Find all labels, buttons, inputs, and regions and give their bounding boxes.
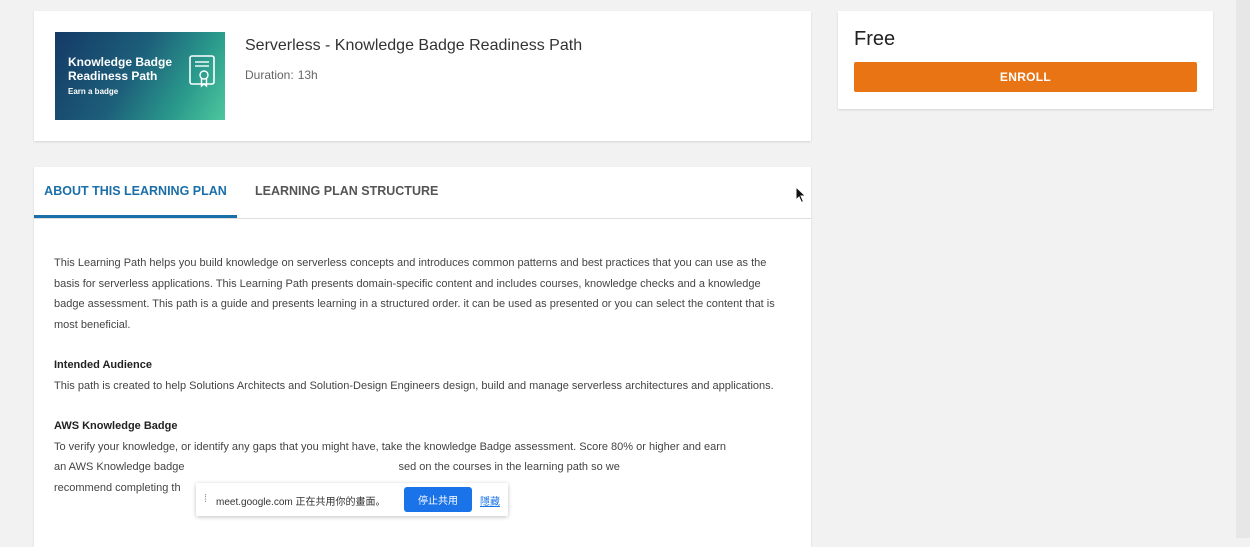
certificate-badge-icon (189, 55, 215, 88)
enroll-panel: Free ENROLL (838, 11, 1213, 109)
about-body: This Learning Path helps you build knowl… (54, 253, 794, 498)
course-thumbnail: Knowledge Badge Readiness Path Earn a ba… (55, 32, 225, 120)
enroll-button[interactable]: ENROLL (854, 62, 1197, 92)
audience-paragraph: This path is created to help Solutions A… (54, 379, 774, 392)
mouse-pointer-icon (795, 186, 807, 204)
price-label: Free (854, 28, 896, 50)
audience-heading: Intended Audience (54, 359, 152, 371)
duration-value: 13h (297, 68, 318, 82)
stop-sharing-button[interactable]: 停止共用 (404, 487, 472, 512)
thumbnail-subtitle: Earn a badge (68, 87, 119, 96)
course-duration: Duration: 13h (245, 68, 318, 82)
screen-share-bar: ⁞ meet.google.com 正在共用你的畫面。 停止共用 隱藏 (196, 483, 508, 516)
intro-paragraph: This Learning Path helps you build knowl… (54, 257, 775, 331)
badge-line2-start: an AWS Knowledge badge (54, 461, 185, 473)
badge-line2-end: sed on the courses in the learning path … (398, 461, 620, 473)
scrollbar-track[interactable] (1236, 0, 1250, 538)
drag-handle-icon[interactable]: ⁞ (204, 493, 207, 505)
badge-paragraph-line2: an AWS Knowledge badge sed on the courses… (54, 457, 794, 478)
duration-label: Duration: (245, 68, 294, 82)
hide-link[interactable]: 隱藏 (480, 493, 500, 508)
badge-heading: AWS Knowledge Badge (54, 420, 178, 432)
course-header-card: Knowledge Badge Readiness Path Earn a ba… (34, 11, 811, 141)
tab-about-learning-plan[interactable]: ABOUT THIS LEARNING PLAN (34, 167, 237, 218)
thumbnail-title: Knowledge Badge Readiness Path (68, 55, 173, 83)
tab-learning-plan-structure[interactable]: LEARNING PLAN STRUCTURE (255, 167, 438, 215)
share-message: meet.google.com 正在共用你的畫面。 (216, 497, 386, 508)
course-title: Serverless - Knowledge Badge Readiness P… (245, 37, 583, 54)
tab-bar: ABOUT THIS LEARNING PLAN LEARNING PLAN S… (34, 167, 811, 219)
badge-paragraph-line1: To verify your knowledge, or identify an… (54, 440, 727, 453)
